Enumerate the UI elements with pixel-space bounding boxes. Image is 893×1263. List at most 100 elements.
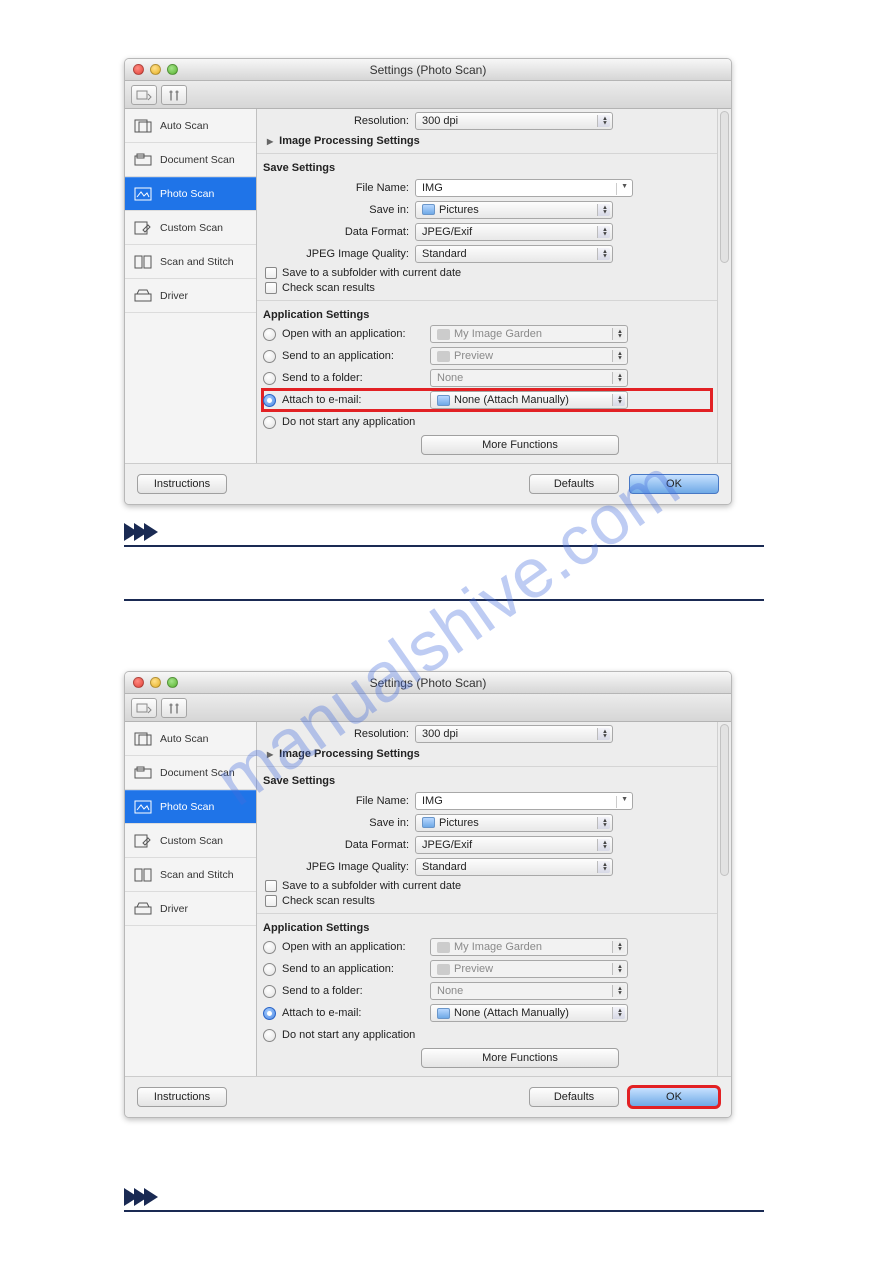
resolution-popup[interactable]: 300 dpi ▲▼: [415, 725, 613, 743]
footer: Instructions Defaults OK: [125, 463, 731, 504]
app-settings-heading: Application Settings: [263, 309, 717, 321]
send-app-popup[interactable]: Preview ▲▼: [430, 960, 628, 978]
defaults-button[interactable]: Defaults: [529, 1087, 619, 1107]
sidebar-label: Auto Scan: [160, 733, 208, 745]
app-icon: [437, 942, 450, 953]
resolution-label: Resolution:: [263, 728, 415, 740]
check-results-label: Check scan results: [282, 282, 375, 294]
save-settings-heading: Save Settings: [263, 162, 717, 174]
sidebar-item-auto-scan[interactable]: Auto Scan: [125, 109, 256, 143]
vertical-scrollbar[interactable]: [717, 109, 731, 463]
file-name-combo[interactable]: IMG: [415, 179, 633, 197]
main-panel: Resolution: 300 dpi ▲▼ ▶ Image Processin…: [257, 109, 731, 463]
settings-window-2: Settings (Photo Scan) Auto Scan Document…: [124, 671, 732, 1118]
titlebar: Settings (Photo Scan): [125, 59, 731, 81]
no-start-label: Do not start any application: [282, 1029, 415, 1041]
send-folder-popup[interactable]: None ▲▼: [430, 369, 628, 387]
defaults-button[interactable]: Defaults: [529, 474, 619, 494]
open-with-popup[interactable]: My Image Garden ▲▼: [430, 938, 628, 956]
app-icon: [437, 351, 450, 362]
sidebar-label: Auto Scan: [160, 120, 208, 132]
file-name-label: File Name:: [263, 182, 415, 194]
jpeg-quality-label: JPEG Image Quality:: [263, 861, 415, 873]
auto-scan-icon: [133, 731, 153, 747]
check-results-checkbox[interactable]: [265, 282, 277, 294]
custom-scan-icon: [133, 833, 153, 849]
file-name-combo[interactable]: IMG: [415, 792, 633, 810]
check-results-checkbox[interactable]: [265, 895, 277, 907]
sidebar: Auto Scan Document Scan Photo Scan Custo…: [125, 722, 257, 1076]
sidebar-label: Photo Scan: [160, 801, 214, 813]
save-in-popup[interactable]: Pictures ▲▼: [415, 201, 613, 219]
stitch-icon: [133, 254, 153, 270]
sidebar-item-scan-stitch[interactable]: Scan and Stitch: [125, 245, 256, 279]
instructions-button[interactable]: Instructions: [137, 474, 227, 494]
open-with-label: Open with an application:: [282, 328, 430, 340]
send-folder-radio[interactable]: [263, 985, 276, 998]
no-start-radio[interactable]: [263, 1029, 276, 1042]
sidebar-label: Driver: [160, 903, 188, 915]
save-subfolder-checkbox[interactable]: [265, 267, 277, 279]
attach-email-popup[interactable]: None (Attach Manually) ▲▼: [430, 391, 628, 409]
tool-general-settings[interactable]: [161, 698, 187, 718]
data-format-label: Data Format:: [263, 226, 415, 238]
attach-email-row-highlighted: Attach to e-mail: None (Attach Manually)…: [263, 390, 711, 410]
ok-button[interactable]: OK: [629, 474, 719, 494]
more-functions-button[interactable]: More Functions: [421, 1048, 619, 1068]
image-processing-disclosure[interactable]: ▶ Image Processing Settings: [267, 748, 717, 760]
vertical-scrollbar[interactable]: [717, 722, 731, 1076]
sidebar-item-document-scan[interactable]: Document Scan: [125, 756, 256, 790]
save-in-popup[interactable]: Pictures ▲▼: [415, 814, 613, 832]
photo-scan-icon: [133, 186, 153, 202]
no-start-label: Do not start any application: [282, 416, 415, 428]
resolution-popup[interactable]: 300 dpi ▲▼: [415, 112, 613, 130]
open-with-radio[interactable]: [263, 941, 276, 954]
sidebar-item-custom-scan[interactable]: Custom Scan: [125, 824, 256, 858]
attach-email-popup[interactable]: None (Attach Manually) ▲▼: [430, 1004, 628, 1022]
driver-icon: [133, 901, 153, 917]
no-start-radio[interactable]: [263, 416, 276, 429]
sidebar-item-photo-scan[interactable]: Photo Scan: [125, 790, 256, 824]
tool-general-settings[interactable]: [161, 85, 187, 105]
document-scan-icon: [133, 152, 153, 168]
attach-email-radio[interactable]: [263, 1007, 276, 1020]
folder-icon: [437, 1008, 450, 1019]
jpeg-quality-popup[interactable]: Standard ▲▼: [415, 858, 613, 876]
attach-email-radio[interactable]: [263, 394, 276, 407]
sidebar-item-auto-scan[interactable]: Auto Scan: [125, 722, 256, 756]
sidebar-item-document-scan[interactable]: Document Scan: [125, 143, 256, 177]
jpeg-quality-popup[interactable]: Standard ▲▼: [415, 245, 613, 263]
ok-button-highlighted[interactable]: OK: [629, 1087, 719, 1107]
save-subfolder-label: Save to a subfolder with current date: [282, 267, 461, 279]
custom-scan-icon: [133, 220, 153, 236]
sidebar-item-custom-scan[interactable]: Custom Scan: [125, 211, 256, 245]
send-app-label: Send to an application:: [282, 963, 430, 975]
data-format-popup[interactable]: JPEG/Exif ▲▼: [415, 836, 613, 854]
image-processing-disclosure[interactable]: ▶ Image Processing Settings: [267, 135, 717, 147]
sidebar-item-driver[interactable]: Driver: [125, 279, 256, 313]
send-folder-radio[interactable]: [263, 372, 276, 385]
instructions-button[interactable]: Instructions: [137, 1087, 227, 1107]
send-app-radio[interactable]: [263, 963, 276, 976]
send-folder-popup[interactable]: None ▲▼: [430, 982, 628, 1000]
attach-email-row: Attach to e-mail: None (Attach Manually)…: [263, 1003, 711, 1023]
sidebar-label: Document Scan: [160, 767, 235, 779]
sidebar-item-scan-stitch[interactable]: Scan and Stitch: [125, 858, 256, 892]
send-app-radio[interactable]: [263, 350, 276, 363]
sidebar-label: Custom Scan: [160, 222, 223, 234]
save-in-label: Save in:: [263, 817, 415, 829]
send-app-popup[interactable]: Preview ▲▼: [430, 347, 628, 365]
data-format-popup[interactable]: JPEG/Exif ▲▼: [415, 223, 613, 241]
open-with-radio[interactable]: [263, 328, 276, 341]
tool-scan-from-computer[interactable]: [131, 85, 157, 105]
sidebar-item-driver[interactable]: Driver: [125, 892, 256, 926]
open-with-popup[interactable]: My Image Garden ▲▼: [430, 325, 628, 343]
save-subfolder-checkbox[interactable]: [265, 880, 277, 892]
window-title: Settings (Photo Scan): [125, 63, 731, 77]
sidebar-item-photo-scan[interactable]: Photo Scan: [125, 177, 256, 211]
tool-scan-from-computer[interactable]: [131, 698, 157, 718]
sidebar-label: Photo Scan: [160, 188, 214, 200]
sidebar: Auto Scan Document Scan Photo Scan Custo…: [125, 109, 257, 463]
more-functions-button[interactable]: More Functions: [421, 435, 619, 455]
chevron-divider: [124, 1188, 734, 1206]
